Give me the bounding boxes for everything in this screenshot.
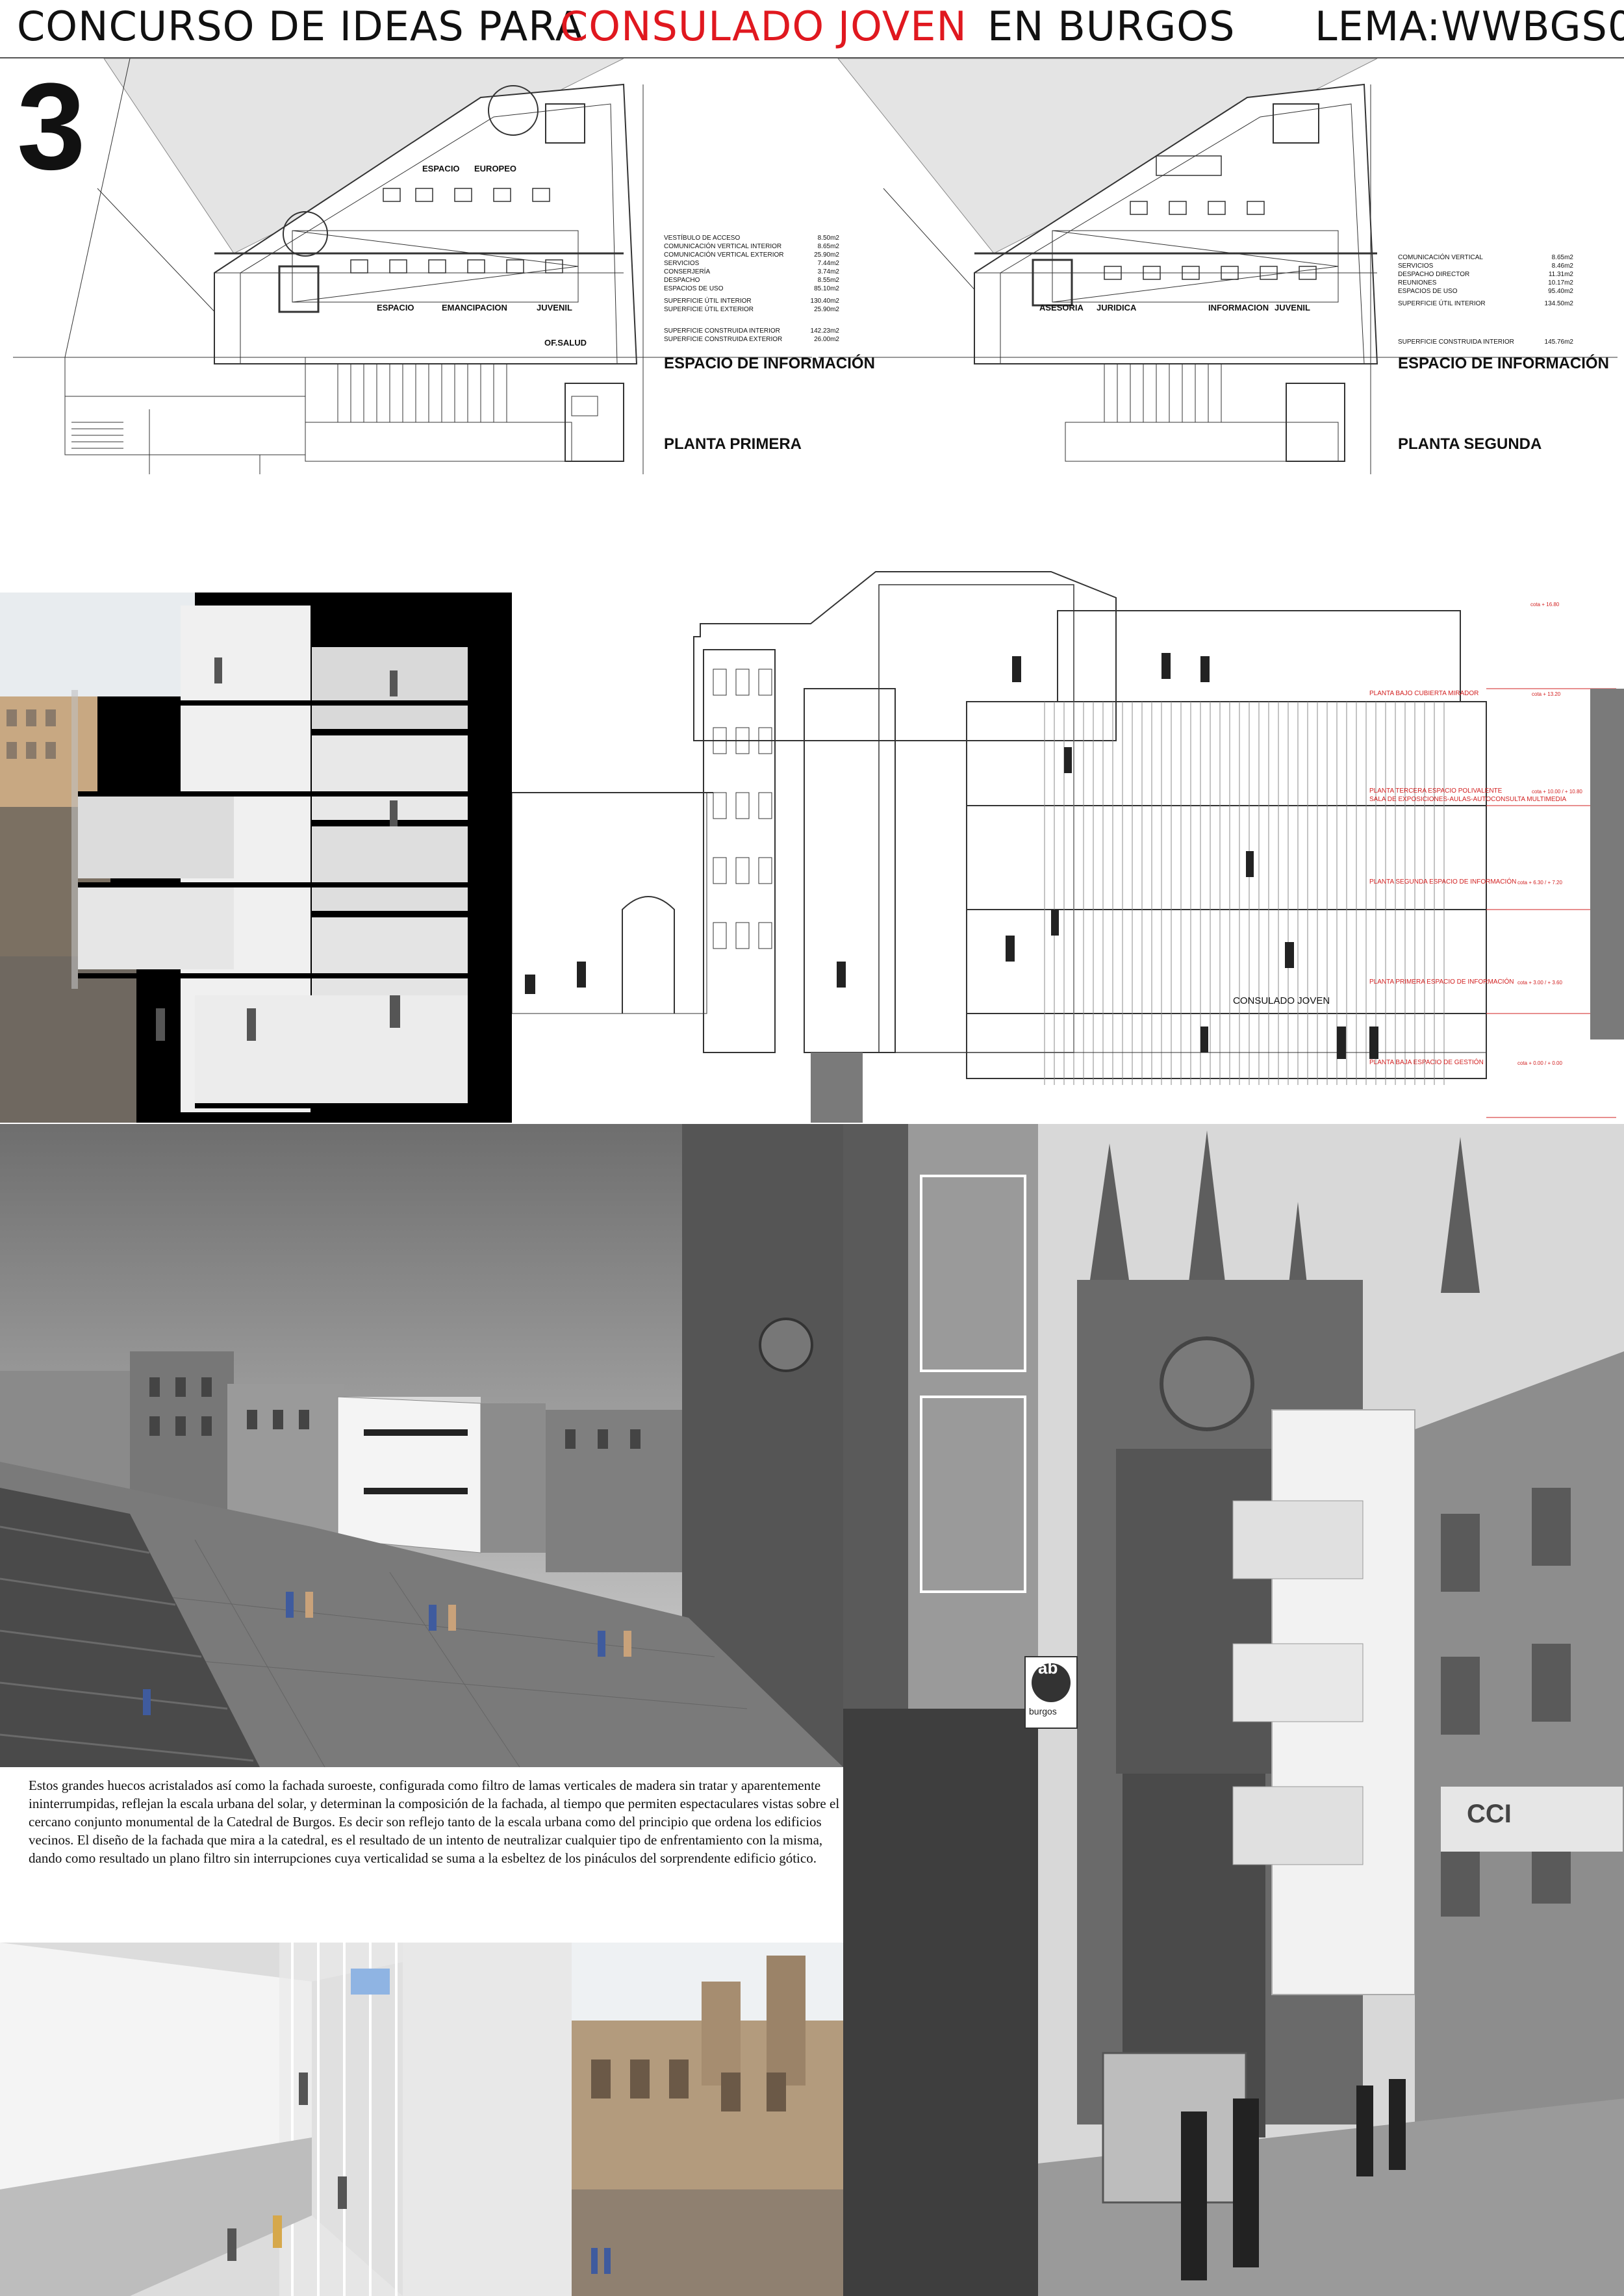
room-espacio: ESPACIO [377,303,414,313]
room-asesoria: ASESORIA [1039,303,1084,313]
area-row: COMUNICACIÓN VERTICAL EXTERIOR 25.90m2 [664,251,839,259]
description-text: Estos grandes huecos acristalados así co… [29,1778,840,1866]
room-of-salud: OF.SALUD [544,338,587,348]
area-row: DESPACHO 8.55m2 [664,277,839,284]
level-cota: cota + 6.30 / + 7.20 [1517,880,1562,886]
plan-segunda-title: PLANTA SEGUNDA [1398,435,1542,453]
cathedral-photo-image [572,1943,843,2296]
room-juridica: JURIDICA [1097,303,1137,313]
elevation-building-label: CONSULADO JOVEN [1233,995,1330,1006]
level-cota: cota + 13.20 [1532,691,1561,697]
area-total-row: SUPERFICIE CONSTRUIDA INTERIOR 142.23m2 [664,327,839,335]
street-photomontage-image [843,1124,1624,2296]
room-emancipacion: EMANCIPACION [442,303,507,313]
level-cota: cota + 0.00 / + 0.00 [1517,1060,1562,1066]
section-render-image [0,593,512,1123]
sign-letters: ab [1038,1658,1058,1677]
plan-segunda-areas: COMUNICACIÓN VERTICAL 8.65m2 SERVICIOS 8.4… [1398,253,1573,346]
cathedral-photo [572,1943,843,2296]
banner-text: CCI [1467,1800,1512,1828]
elevation-image [511,571,1624,1123]
area-row: DESPACHO DIRECTOR 11.31m2 [1398,271,1573,278]
area-row: COMUNICACIÓN VERTICAL 8.65m2 [1398,254,1573,261]
level-label: PLANTA BAJO CUBIERTA MIRADOR [1369,690,1479,697]
level-label: PLANTA TERCERA ESPACIO POLIVALENTE [1369,787,1503,795]
plan-primera-title: PLANTA PRIMERA [664,435,802,453]
street-photomontage: ab burgos CCI [843,1124,1624,2296]
section-render [0,593,512,1123]
plaza-photomontage [0,1124,843,1767]
interior-render-image [0,1943,572,2296]
title-right: EN BURGOS [987,3,1236,50]
area-row: ESPACIOS DE USO 95.40m2 [1398,288,1573,295]
area-row: SERVICIOS 7.44m2 [664,260,839,267]
title-left: CONCURSO DE IDEAS PARA [17,3,584,50]
sheet-header: CONCURSO DE IDEAS PARA CONSULADO JOVEN E… [0,0,1624,58]
level-label-secondary: SALA DE EXPOSICIONES-AULAS-AUTOCONSULTA … [1369,796,1567,803]
plan-primera: ESPACIO EUROPEO ESPACIO EMANCIPACION JUV… [0,58,875,474]
area-row: CONSERJERÍA 3.74m2 [664,268,839,275]
area-total-row: SUPERFICIE CONSTRUIDA INTERIOR 145.76m2 [1398,338,1573,346]
level-cota: cota + 10.00 / + 10.80 [1532,789,1582,795]
area-total-row: SUPERFICIE ÚTIL INTERIOR 134.50m2 [1398,300,1573,307]
level-label: PLANTA PRIMERA ESPACIO DE INFORMACIÓN [1369,978,1514,986]
area-total-row: SUPERFICIE CONSTRUIDA EXTERIOR 26.00m2 [664,336,839,343]
area-row: REUNIONES 10.17m2 [1398,279,1573,287]
sign-text: burgos [1029,1706,1057,1716]
plan-primera-areas: VESTÍBULO DE ACCESO 8.50m2 COMUNICACIÓN V… [664,234,839,344]
area-row: VESTÍBULO DE ACCESO 8.50m2 [664,235,839,242]
room-espacio-europeo-1: ESPACIO [422,164,460,173]
title-highlight: CONSULADO JOVEN [560,3,967,50]
area-total-row: SUPERFICIE ÚTIL INTERIOR 130.40m2 [664,298,839,305]
motto: LEMA:WWBGS08 [1315,3,1624,50]
interior-render [0,1943,572,2296]
room-espacio-europeo-2: EUROPEO [474,164,517,173]
area-total-row: SUPERFICIE ÚTIL EXTERIOR 25.90m2 [664,306,839,313]
plan-segunda-space-label: ESPACIO DE INFORMACIÓN [1398,355,1609,372]
elevation-top-cota: cota + 16.80 [1530,602,1560,607]
room-juvenil: JUVENIL [537,303,572,313]
area-row: COMUNICACIÓN VERTICAL INTERIOR 8.65m2 [664,243,839,250]
area-row: SERVICIOS 8.46m2 [1398,262,1573,270]
plan-segunda: ASESORIA JURIDICA INFORMACION JUVENIL CO… [818,58,1624,474]
level-label: PLANTA BAJA ESPACIO DE GESTIÓN [1369,1059,1484,1066]
area-row: ESPACIOS DE USO 85.10m2 [664,285,839,292]
room-juvenil: JUVENIL [1275,303,1310,313]
room-informacion: INFORMACION [1208,303,1269,313]
level-cota: cota + 3.00 / + 3.60 [1517,980,1562,986]
plaza-photomontage-image [0,1124,843,1767]
level-label: PLANTA SEGUNDA ESPACIO DE INFORMACIÓN [1369,878,1517,886]
elevation-drawing: CONSULADO JOVEN cota + 16.80 PLANTA BAJO… [511,546,1624,1123]
